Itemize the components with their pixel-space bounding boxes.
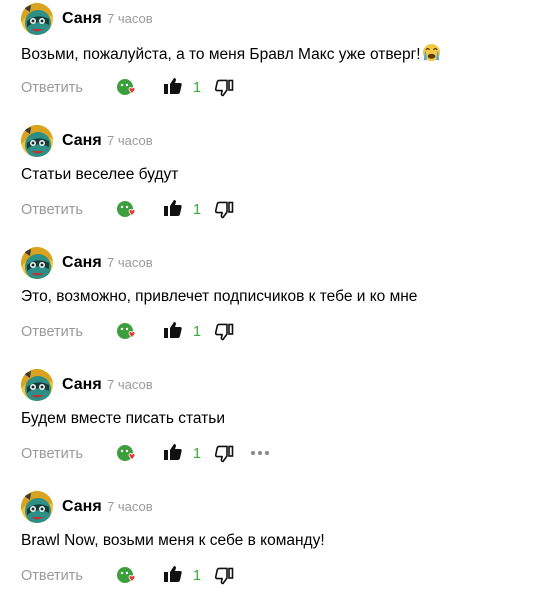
- reaction-heart-icon[interactable]: [115, 564, 139, 586]
- like-count: 1: [193, 324, 202, 340]
- brawl-character-avatar-icon: [21, 369, 53, 401]
- more-dots-icon[interactable]: [250, 446, 270, 458]
- comment-5: Саня 7 часов Brawl Now, возьми меня к се…: [0, 488, 556, 610]
- thumb-up-icon[interactable]: [163, 320, 183, 340]
- comment-time: 7 часов: [107, 255, 153, 270]
- comment-author[interactable]: Саня: [62, 253, 102, 273]
- comment-author[interactable]: Саня: [62, 131, 102, 151]
- comment-time: 7 часов: [107, 377, 153, 392]
- comment-text: Возьми, пожалуйста, а то меня Бравл Макс…: [21, 43, 441, 68]
- thumb-down-icon[interactable]: [214, 78, 234, 98]
- reaction-heart-icon[interactable]: [115, 442, 139, 464]
- brawl-character-avatar-icon: [21, 125, 53, 157]
- comment-3: Саня 7 часов Это, возможно, привлечет по…: [0, 244, 556, 366]
- crying-emoji-icon: [422, 43, 441, 68]
- comment-author[interactable]: Саня: [62, 497, 102, 517]
- thumb-down-icon[interactable]: [214, 566, 234, 586]
- user-avatar[interactable]: [21, 125, 53, 157]
- comment-time: 7 часов: [107, 499, 153, 514]
- thumb-up-icon[interactable]: [163, 198, 183, 218]
- comment-2: Саня 7 часов Статьи веселее будут Ответи…: [0, 122, 556, 244]
- comment-4: Саня 7 часов Будем вместе писать статьи …: [0, 366, 556, 488]
- comment-text-content: Возьми, пожалуйста, а то меня Бравл Макс…: [21, 46, 421, 63]
- like-count: 1: [193, 568, 202, 584]
- thumb-down-icon[interactable]: [214, 322, 234, 342]
- thumb-up-icon[interactable]: [163, 564, 183, 584]
- comment-time: 7 часов: [107, 133, 153, 148]
- thumb-up-icon[interactable]: [163, 76, 183, 96]
- like-count: 1: [193, 80, 202, 96]
- reply-button[interactable]: Ответить: [21, 201, 83, 219]
- comment-1: Саня 7 часов Возьми, пожалуйста, а то ме…: [0, 0, 556, 122]
- like-count: 1: [193, 202, 202, 218]
- comment-text: Это, возможно, привлечет подписчиков к т…: [21, 288, 418, 305]
- comment-text: Brawl Now, возьми меня к себе в команду!: [21, 532, 325, 549]
- comment-author[interactable]: Саня: [62, 375, 102, 395]
- comment-author[interactable]: Саня: [62, 9, 102, 29]
- user-avatar[interactable]: [21, 369, 53, 401]
- comment-text: Будем вместе писать статьи: [21, 410, 225, 427]
- user-avatar[interactable]: [21, 491, 53, 523]
- thumb-down-icon[interactable]: [214, 444, 234, 464]
- thumb-up-icon[interactable]: [163, 442, 183, 462]
- like-count: 1: [193, 446, 202, 462]
- reply-button[interactable]: Ответить: [21, 323, 83, 341]
- reply-button[interactable]: Ответить: [21, 79, 83, 97]
- brawl-character-avatar-icon: [21, 3, 53, 35]
- reaction-heart-icon[interactable]: [115, 320, 139, 342]
- brawl-character-avatar-icon: [21, 247, 53, 279]
- user-avatar[interactable]: [21, 3, 53, 35]
- brawl-character-avatar-icon: [21, 491, 53, 523]
- thumb-down-icon[interactable]: [214, 200, 234, 220]
- user-avatar[interactable]: [21, 247, 53, 279]
- reaction-heart-icon[interactable]: [115, 76, 139, 98]
- reaction-heart-icon[interactable]: [115, 198, 139, 220]
- reply-button[interactable]: Ответить: [21, 445, 83, 463]
- comment-time: 7 часов: [107, 11, 153, 26]
- reply-button[interactable]: Ответить: [21, 567, 83, 585]
- comment-text: Статьи веселее будут: [21, 166, 179, 183]
